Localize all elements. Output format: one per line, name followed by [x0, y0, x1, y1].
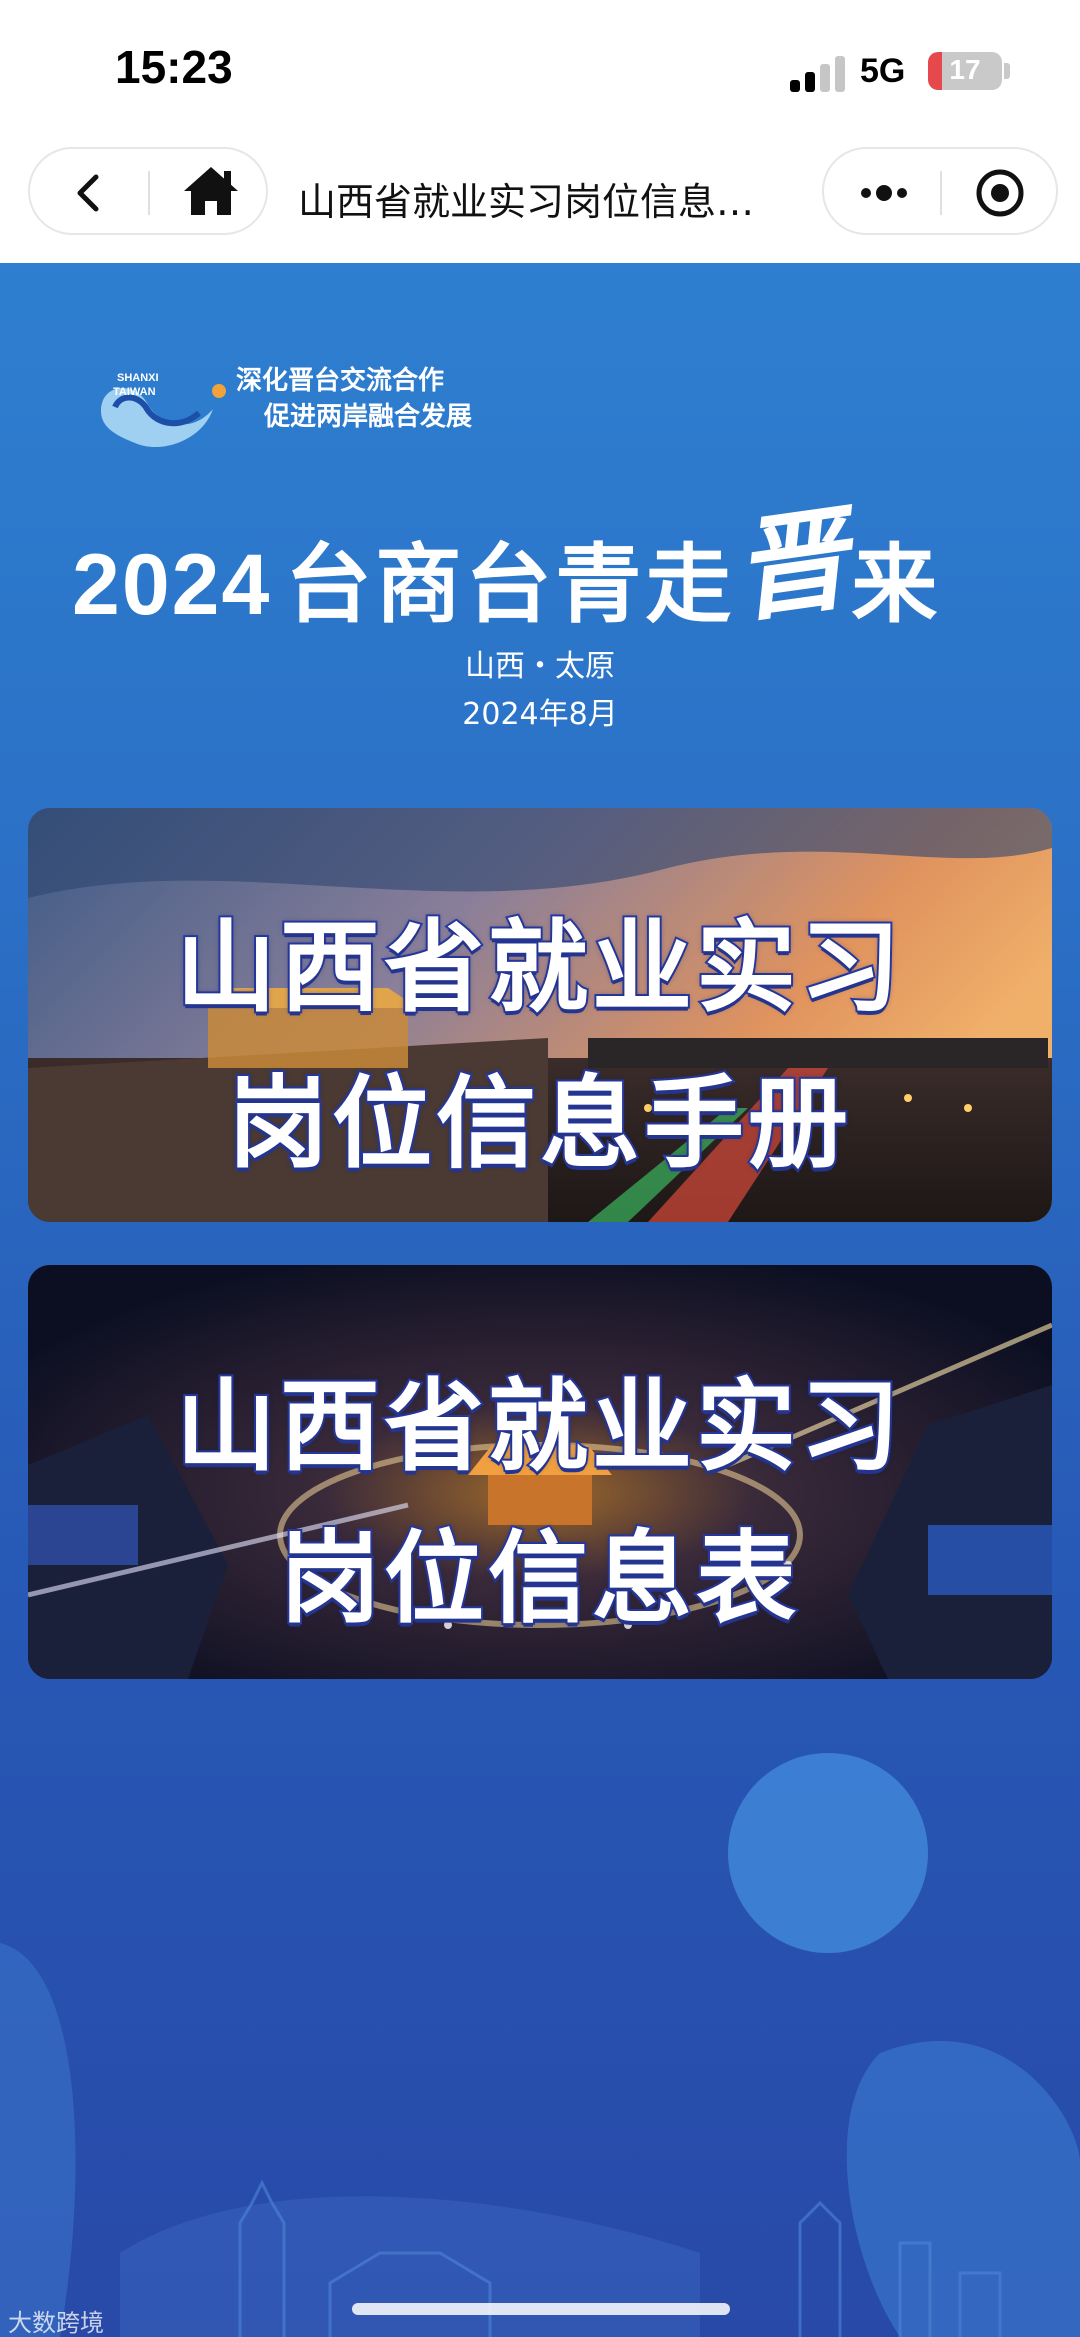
chevron-left-icon: [77, 174, 99, 212]
headline-jin-calligraphy: 晋: [726, 492, 860, 639]
headline-year: 2024: [72, 537, 272, 633]
banner-1-line-2: 岗位信息手册: [226, 1063, 852, 1184]
page-content: SHANXI TAIWAN 深化晋台交流合作 促进两岸融合发展 2024 台商台青…: [0, 263, 1080, 2337]
more-dots-icon: [861, 185, 907, 201]
watermark: 大数跨境: [8, 2309, 104, 2337]
banner-1-line-1: 山西省就业实习: [174, 907, 904, 1028]
event-date: 2024年8月: [462, 697, 618, 732]
banner-job-handbook[interactable]: 山西省就业实习 岗位信息手册: [28, 808, 1052, 1222]
close-button[interactable]: [960, 163, 1040, 223]
status-time: 15:23: [115, 41, 233, 93]
slogan-line-1: 深化晋台交流合作: [236, 366, 445, 396]
slogan: 深化晋台交流合作 促进两岸融合发展: [236, 363, 472, 435]
status-bar: 15:23 5G 17: [0, 0, 1080, 135]
banner-job-info-table[interactable]: 山西省就业实习 岗位信息表: [28, 1265, 1052, 1679]
home-icon: [184, 167, 238, 215]
nav-divider: [148, 171, 150, 215]
headline-main: 台商台青走: [285, 535, 736, 635]
logo-text-top: SHANXI: [117, 372, 159, 384]
battery-cap: [1004, 63, 1010, 79]
battery-level: 17: [949, 54, 981, 85]
target-close-icon: [976, 169, 1024, 217]
nav-capsule-left: [28, 147, 268, 235]
slogan-line-2: 促进两岸融合发展: [264, 402, 473, 432]
logo-text-bottom: TAIWAN: [113, 386, 156, 398]
shanxi-taiwan-logo: SHANXI TAIWAN: [101, 372, 226, 448]
home-button[interactable]: [166, 159, 256, 225]
headline-end: 来: [851, 535, 942, 635]
battery-icon: 17: [928, 52, 1002, 90]
capsule-divider: [940, 171, 942, 215]
banner-2-line-2: 岗位信息表: [278, 1518, 800, 1639]
event-headline: 2024 台商台青走晋来: [72, 485, 1012, 639]
network-type: 5G: [860, 52, 906, 90]
event-location: 山西・太原: [465, 649, 615, 684]
mini-program-nav-bar: 山西省就业实习岗位信息…: [0, 135, 1080, 263]
more-button[interactable]: [844, 163, 924, 223]
page-title: 山西省就业实习岗位信息…: [298, 180, 755, 224]
signal-icon: [790, 56, 846, 92]
banner-2-line-1: 山西省就业实习: [174, 1366, 904, 1487]
nav-capsule-right: [822, 147, 1058, 235]
home-indicator[interactable]: [352, 2303, 730, 2315]
back-button[interactable]: [50, 163, 130, 223]
